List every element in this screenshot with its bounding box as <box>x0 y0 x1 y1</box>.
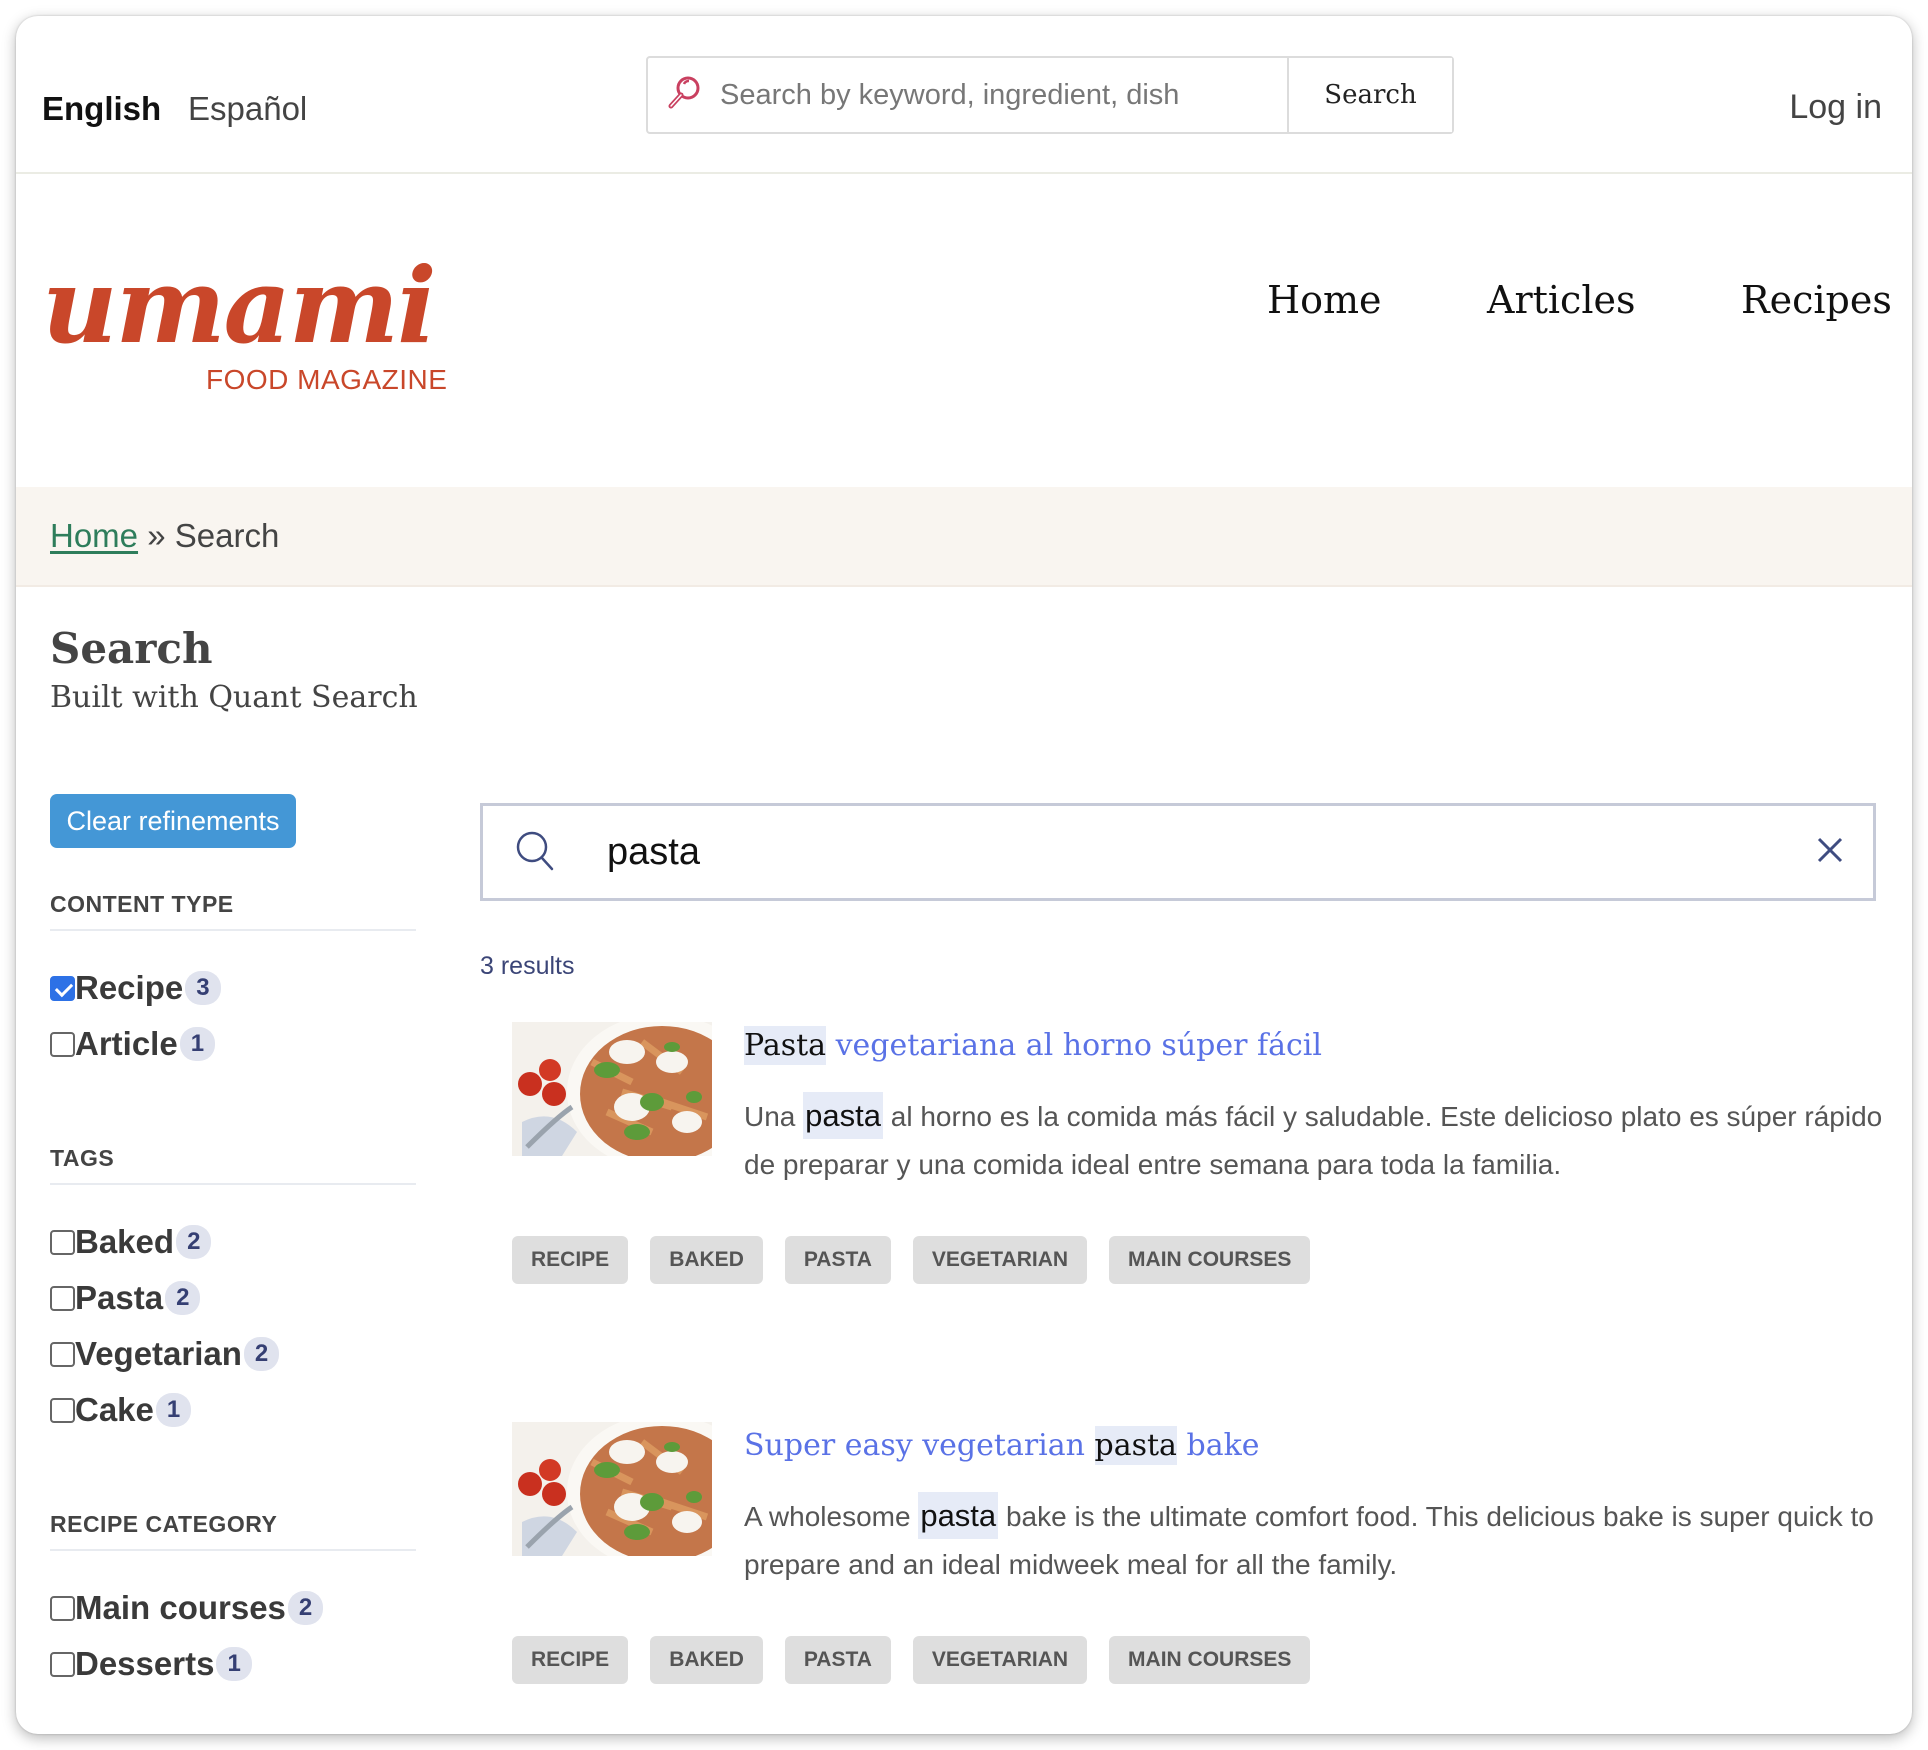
highlight: pasta <box>1094 1426 1177 1465</box>
utility-bar: English Español Search by keyword, ingre… <box>16 16 1912 174</box>
facet-label: Recipe <box>75 969 184 1006</box>
page-subtitle: Built with Quant Search <box>50 680 418 715</box>
logo-tagline: FOOD MAGAZINE <box>206 364 448 395</box>
nav-home[interactable]: Home <box>1267 278 1382 322</box>
breadcrumb-separator: » <box>147 517 166 554</box>
facet-item-baked[interactable]: Baked 2 <box>50 1223 212 1261</box>
facet-item-desserts[interactable]: Desserts 1 <box>50 1645 252 1683</box>
nav-articles[interactable]: Articles <box>1487 278 1635 322</box>
checkbox[interactable] <box>50 1031 75 1057</box>
breadcrumb-current: Search <box>174 517 280 554</box>
facet-label: Main courses <box>75 1589 286 1626</box>
desc-text: Una <box>744 1101 804 1132</box>
language-espanol[interactable]: Español <box>188 90 307 128</box>
title-text: vegetariana al horno súper fácil <box>826 1028 1322 1063</box>
checkbox[interactable] <box>50 1397 75 1423</box>
facet-count: 1 <box>179 1027 216 1061</box>
facet-label: Baked <box>75 1223 175 1260</box>
desc-text: al horno es la comida más fácil y saluda… <box>744 1101 1883 1180</box>
facet-divider <box>50 1549 416 1551</box>
tag-main-courses[interactable]: MAIN COURSES <box>1109 1636 1311 1684</box>
result-count: 3 results <box>480 952 575 980</box>
highlight: Pasta <box>744 1026 827 1065</box>
nav-recipes[interactable]: Recipes <box>1741 278 1892 322</box>
language-english[interactable]: English <box>42 90 161 128</box>
result-tags: RECIPE BAKED PASTA VEGETARIAN MAIN COURS… <box>512 1636 1332 1684</box>
checkbox[interactable] <box>50 1229 75 1255</box>
browser-window: English Español Search by keyword, ingre… <box>16 16 1912 1734</box>
checkbox[interactable] <box>50 1285 75 1311</box>
pasta-photo-icon <box>512 1022 712 1156</box>
tag-pasta[interactable]: PASTA <box>784 1236 891 1284</box>
result-description: A wholesome pasta bake is the ultimate c… <box>744 1492 1884 1589</box>
facet-count: 2 <box>243 1337 280 1371</box>
result-title[interactable]: Pasta vegetariana al horno súper fácil <box>744 1022 1322 1070</box>
facet-count: 2 <box>287 1591 324 1625</box>
result-tags: RECIPE BAKED PASTA VEGETARIAN MAIN COURS… <box>512 1236 1332 1284</box>
checkbox-checked[interactable] <box>50 975 75 1001</box>
search-box[interactable]: pasta <box>480 803 1876 901</box>
clear-refinements-button[interactable]: Clear refinements <box>50 794 296 848</box>
search-result: Pasta vegetariana al horno súper fácil U… <box>512 1022 1892 1322</box>
breadcrumb-home[interactable]: Home <box>50 517 138 554</box>
facet-heading-recipe-category: RECIPE CATEGORY <box>50 1511 278 1537</box>
facet-label: Desserts <box>75 1645 215 1682</box>
tag-baked[interactable]: BAKED <box>650 1636 763 1684</box>
clear-search-icon[interactable] <box>1815 835 1873 869</box>
result-title[interactable]: Super easy vegetarian pasta bake <box>744 1422 1260 1470</box>
facet-item-recipe[interactable]: Recipe 3 <box>50 969 221 1007</box>
tag-recipe[interactable]: RECIPE <box>512 1236 629 1284</box>
facet-item-vegetarian[interactable]: Vegetarian 2 <box>50 1335 280 1373</box>
facet-label: Article <box>75 1025 178 1062</box>
facet-label: Vegetarian <box>75 1335 242 1372</box>
site-search-button[interactable]: Search <box>1287 58 1452 132</box>
magnifier-icon <box>664 73 704 117</box>
facet-count: 2 <box>165 1281 201 1315</box>
site-search-input[interactable]: Search by keyword, ingredient, dish <box>648 58 1287 132</box>
highlight: pasta <box>918 1492 999 1539</box>
facet-item-main-courses[interactable]: Main courses 2 <box>50 1589 324 1627</box>
facet-count: 2 <box>176 1225 212 1259</box>
search-result: Super easy vegetarian pasta bake A whole… <box>512 1422 1892 1722</box>
facet-heading-tags: TAGS <box>50 1145 115 1171</box>
checkbox[interactable] <box>50 1651 75 1677</box>
tag-recipe[interactable]: RECIPE <box>512 1636 629 1684</box>
tag-pasta[interactable]: PASTA <box>784 1636 891 1684</box>
facet-heading-content-type: CONTENT TYPE <box>50 891 234 917</box>
checkbox[interactable] <box>50 1595 75 1621</box>
login-link[interactable]: Log in <box>1789 88 1882 127</box>
facet-count: 3 <box>185 971 221 1005</box>
facet-divider <box>50 929 416 931</box>
facet-count: 1 <box>216 1647 252 1681</box>
desc-text: A wholesome <box>744 1501 919 1532</box>
search-input[interactable]: pasta <box>607 831 1815 874</box>
title-text: bake <box>1176 1428 1260 1463</box>
search-icon <box>483 828 557 876</box>
checkbox[interactable] <box>50 1341 75 1367</box>
facet-item-article[interactable]: Article 1 <box>50 1025 216 1063</box>
site-search-placeholder: Search by keyword, ingredient, dish <box>720 78 1180 111</box>
site-search: Search by keyword, ingredient, dish Sear… <box>646 56 1454 134</box>
pasta-photo-icon <box>512 1422 712 1556</box>
facet-divider <box>50 1183 416 1185</box>
facet-count: 1 <box>155 1393 192 1427</box>
title-text: Super easy vegetarian <box>744 1428 1095 1463</box>
result-description: Una pasta al horno es la comida más fáci… <box>744 1092 1884 1189</box>
facet-item-cake[interactable]: Cake 1 <box>50 1391 192 1429</box>
breadcrumb: Home » Search <box>16 487 1912 587</box>
result-thumbnail[interactable] <box>512 1422 712 1556</box>
tag-vegetarian[interactable]: VEGETARIAN <box>912 1236 1088 1284</box>
tag-baked[interactable]: BAKED <box>650 1236 763 1284</box>
highlight: pasta <box>803 1092 883 1139</box>
facet-label: Cake <box>75 1391 154 1428</box>
result-thumbnail[interactable] <box>512 1022 712 1156</box>
site-logo[interactable]: umami FOOD MAGAZINE <box>38 254 458 404</box>
facet-label: Pasta <box>75 1279 164 1316</box>
facet-item-pasta[interactable]: Pasta 2 <box>50 1279 201 1317</box>
tag-vegetarian[interactable]: VEGETARIAN <box>912 1636 1088 1684</box>
tag-main-courses[interactable]: MAIN COURSES <box>1109 1236 1311 1284</box>
page-title: Search <box>50 624 213 673</box>
logo-wordmark: umami <box>42 244 437 367</box>
